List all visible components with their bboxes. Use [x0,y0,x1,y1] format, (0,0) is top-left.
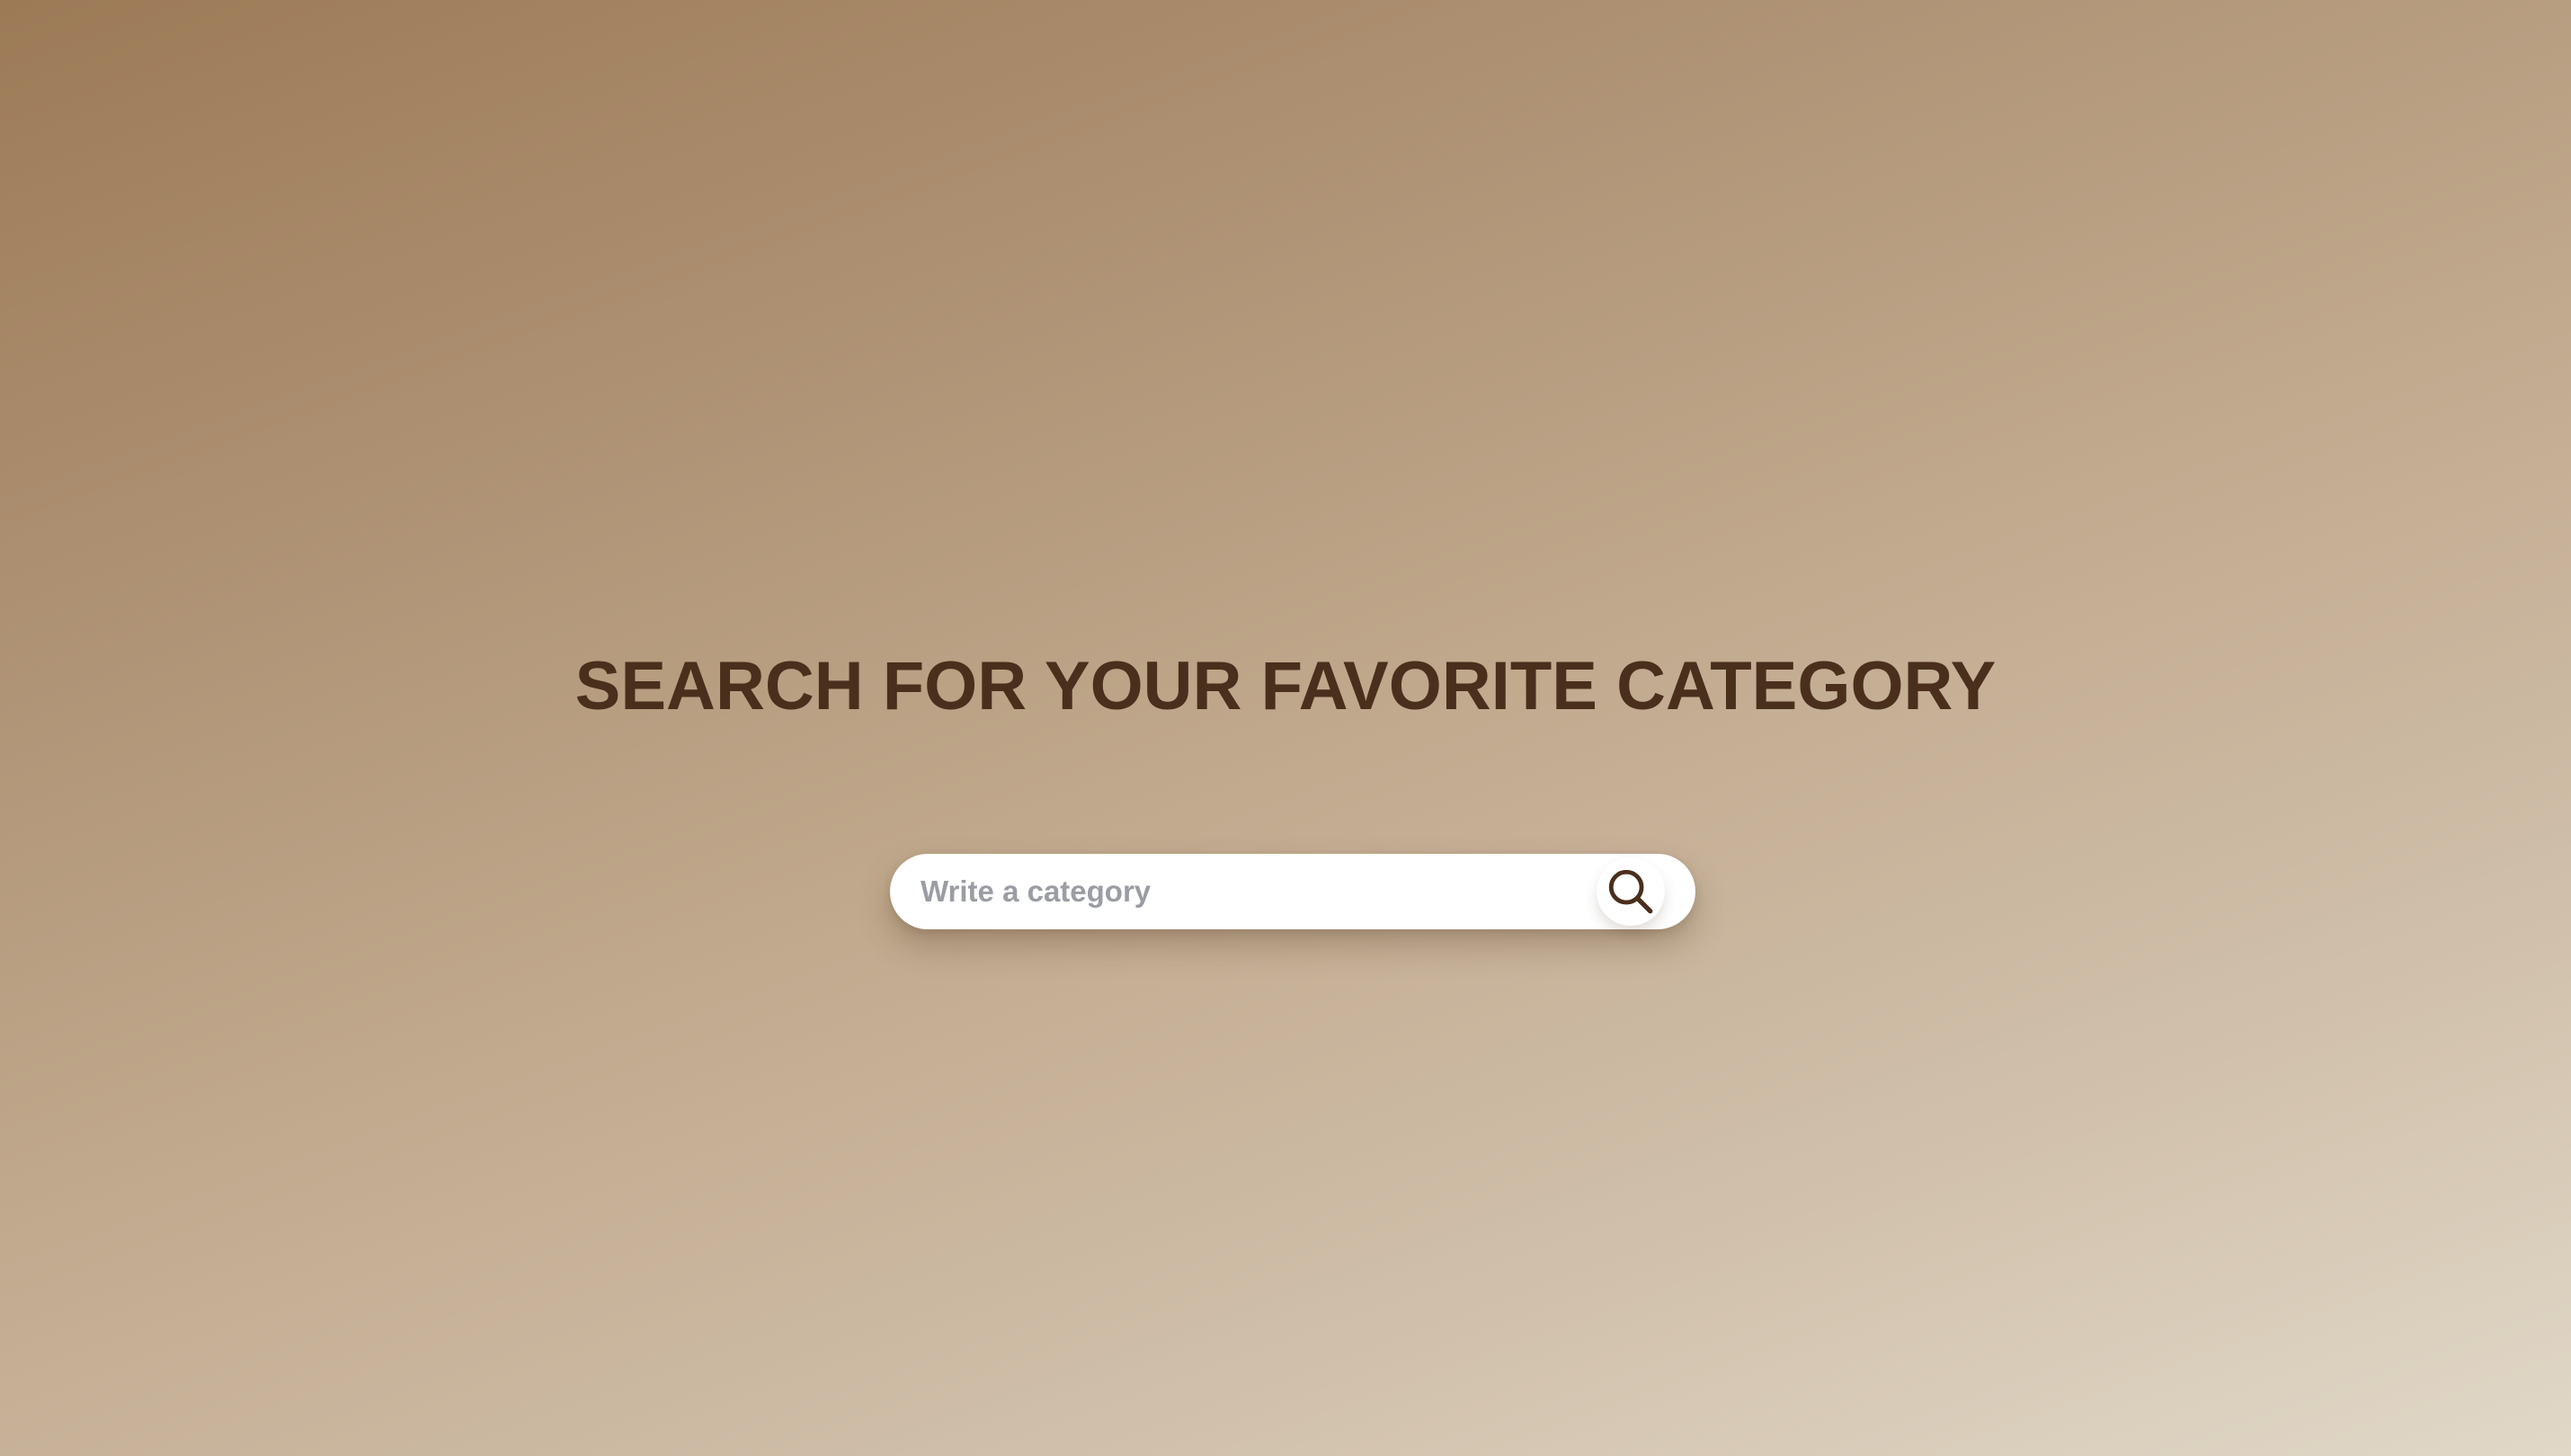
hero-section: SEARCH FOR YOUR FAVORITE CATEGORY [0,0,2571,1456]
search-bar [890,854,1695,929]
search-input[interactable] [890,854,1597,929]
page-title: SEARCH FOR YOUR FAVORITE CATEGORY [574,648,1997,724]
search-icon [1605,866,1657,918]
search-button[interactable] [1597,857,1665,926]
